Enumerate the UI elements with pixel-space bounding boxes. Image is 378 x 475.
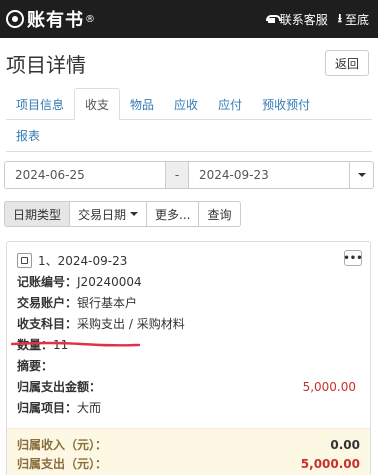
date-type-button[interactable]: 日期类型 [4,201,71,227]
download-arrow-icon: ⭳ [337,10,342,25]
tab-prepayment[interactable]: 预收预付 [252,88,320,120]
logo-icon [6,10,24,28]
filter-toolbar: 日期类型 交易日期 更多... 查询 [0,201,378,227]
trade-date-dropdown[interactable]: 交易日期 [69,201,148,227]
date-range: 2024-06-25 - 2024-09-23 [0,161,378,189]
summary-panel: 归属收入（元）： 0.00 归属支出（元）： 5,000.00 [7,428,370,475]
tab-income-expense[interactable]: 收支 [74,88,121,120]
income-label: 归属收入（元）： [17,438,108,452]
field-value: 大而 [77,401,102,415]
tab-report[interactable]: 报表 [6,119,50,151]
expense-amount: 5,000.00 [302,379,356,394]
record-field: 归属项目： 大而 [17,397,360,418]
edit-icon[interactable] [17,253,32,268]
record-field: 收支科目： 采购支出 / 采购材料 [17,313,360,334]
contact-service-label: 联系客服 [279,12,328,27]
expense-summary: 归属支出（元）： 5,000.00 [17,454,360,473]
end-date-input[interactable]: 2024-09-23 [188,161,350,189]
field-value: 采购支出 / 采购材料 [77,317,185,331]
date-separator: - [166,161,188,189]
field-label: 归属项目： [17,401,78,415]
more-filters-button[interactable]: 更多... [146,201,200,227]
field-value: 银行基本户 [77,296,138,310]
back-button[interactable]: 返回 [324,50,369,76]
page-title: 项目详情 [6,52,86,77]
phone-icon [265,15,281,23]
tab-payable[interactable]: 应付 [208,88,252,120]
registered-mark: ® [85,13,96,25]
record-field: 交易账户： 银行基本户 [17,292,360,313]
field-label: 收支科目： [17,317,78,331]
field-label: 摘要： [17,359,54,373]
caret-down-icon [130,212,139,216]
start-date-input[interactable]: 2024-06-25 [4,161,166,189]
trade-date-label: 交易日期 [78,207,127,222]
scroll-bottom-link[interactable]: ⭳ 至底 [338,9,369,30]
record-field: 归属支出金额： 5,000.00 [17,376,360,397]
brand-name: 账有书 [27,10,84,31]
field-label: 记账编号： [17,275,78,289]
record-more-button[interactable]: ••• [343,250,363,266]
record-header: 1、2024-09-23 [17,250,360,271]
query-button[interactable]: 查询 [198,201,241,227]
field-label: 归属支出金额： [17,380,102,394]
brand-logo[interactable]: 账有书 ® [6,6,96,32]
record-header-text: 1、2024-09-23 [38,254,128,268]
record-field: 记账编号： J20240004 [17,271,360,292]
annotation-underline [11,341,141,347]
scroll-bottom-label: 至底 [344,12,369,27]
income-value: 0.00 [330,437,360,452]
top-navbar: 账有书 ® 联系客服 ⭳ 至底 [0,0,378,38]
field-label: 交易账户： [17,296,78,310]
record-card: 1、2024-09-23 ••• 记账编号： J20240004 交易账户： 银… [6,241,371,475]
expense-label: 归属支出（元）： [17,457,108,471]
tab-items[interactable]: 物品 [120,88,164,120]
expense-value: 5,000.00 [300,456,360,471]
date-dropdown-button[interactable] [350,161,374,189]
tab-project-info[interactable]: 项目信息 [6,88,74,120]
tab-bar: 项目信息 收支 物品 应收 应付 预收预付 报表 [0,88,378,152]
income-summary: 归属收入（元）： 0.00 [17,435,360,454]
field-value: J20240004 [77,274,142,289]
record-field: 摘要： [17,355,360,376]
tab-receivable[interactable]: 应收 [164,88,208,120]
caret-down-icon [357,173,366,177]
contact-service-link[interactable]: 联系客服 [265,11,328,28]
